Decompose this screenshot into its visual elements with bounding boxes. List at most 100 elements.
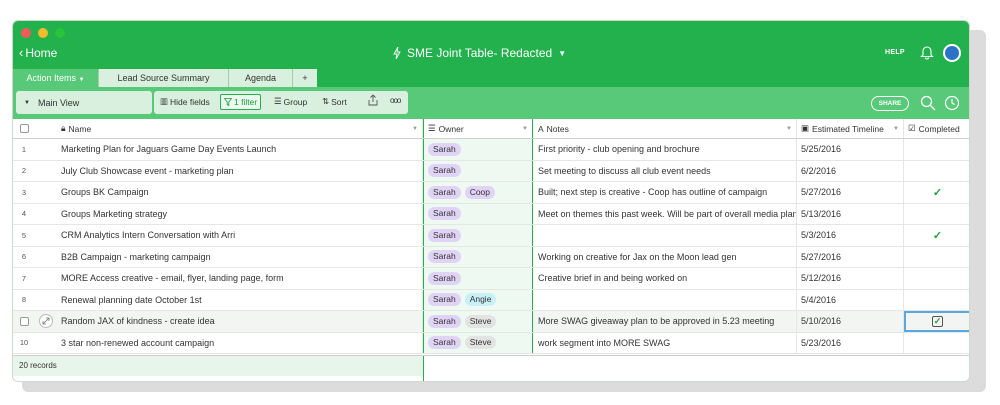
cell-notes[interactable]: Working on creative for Jax on the Moon … [533, 246, 797, 267]
cell-name[interactable]: Renewal planning date October 1st [57, 289, 423, 310]
cell-completed[interactable]: ✓ [904, 182, 969, 203]
close-window-button[interactable] [21, 28, 31, 38]
table-row[interactable]: 5 CRM Analytics Intern Conversation with … [13, 225, 969, 247]
cell-date[interactable]: 5/3/2016 [797, 225, 904, 246]
search-icon[interactable] [920, 95, 936, 111]
table-row[interactable]: 1 Marketing Plan for Jaguars Game Day Eve… [13, 139, 969, 161]
expand-record-button[interactable] [35, 311, 57, 332]
base-title[interactable]: SME Joint Table- Redacted ▼ [393, 46, 566, 60]
column-header-name[interactable]: 🔒︎ Name ▼ [57, 119, 423, 138]
cell-owner[interactable]: Sarah [423, 203, 533, 224]
cell-name[interactable]: Groups Marketing strategy [57, 203, 423, 224]
cell-date[interactable]: 5/13/2016 [797, 203, 904, 224]
cell-owner[interactable]: Sarah Coop [423, 182, 533, 203]
table-row[interactable]: 7 MORE Access creative - email, flyer, la… [13, 268, 969, 290]
cell-name[interactable]: MORE Access creative - email, flyer, lan… [57, 268, 423, 289]
filter-button[interactable]: 1 filter [220, 94, 262, 110]
cell-date[interactable]: 5/10/2016 [797, 311, 904, 332]
bell-icon[interactable] [920, 44, 934, 60]
cell-notes[interactable]: Meet on themes this past week. Will be p… [533, 203, 797, 224]
app-window: ‹ Home SME Joint Table- Redacted ▼ HELP … [12, 20, 970, 382]
cell-notes[interactable]: Creative brief in and being worked on [533, 268, 797, 289]
cell-owner[interactable]: Sarah [423, 139, 533, 160]
cell-notes[interactable] [533, 225, 797, 246]
cell-date[interactable]: 5/23/2016 [797, 332, 904, 353]
lock-icon: 🔒︎ [61, 123, 66, 133]
cell-name[interactable]: Random JAX of kindness - create idea [57, 311, 423, 332]
cell-completed[interactable]: ✓ [904, 311, 969, 332]
cell-completed[interactable]: ✓ [904, 225, 969, 246]
cell-date[interactable]: 5/12/2016 [797, 268, 904, 289]
chevron-down-icon[interactable]: ▼ [522, 126, 528, 132]
add-table-button[interactable]: + [293, 69, 317, 87]
cell-date[interactable]: 5/4/2016 [797, 289, 904, 310]
cell-owner[interactable]: Sarah [423, 246, 533, 267]
tab-agenda[interactable]: Agenda [229, 69, 293, 87]
hide-fields-button[interactable]: ▥ Hide fields [160, 96, 210, 107]
view-switcher[interactable]: ▼ Main View [16, 91, 152, 114]
column-header-date[interactable]: ▣ Estimated Timeline ▼ [797, 119, 904, 138]
table-row[interactable]: 4 Groups Marketing strategy Sarah Meet on t… [13, 203, 969, 225]
cell-owner[interactable]: Sarah Steve [423, 332, 533, 353]
table-row[interactable]: Random JAX of kindness - create idea Sara… [13, 311, 969, 333]
cell-date[interactable]: 5/25/2016 [797, 139, 904, 160]
table-row[interactable]: 10 3 star non-renewed account campaign Sar… [13, 332, 969, 354]
cell-completed[interactable] [904, 247, 969, 268]
owner-chip: Sarah [428, 185, 461, 199]
avatar[interactable] [943, 44, 961, 62]
minimize-window-button[interactable] [38, 28, 48, 38]
cell-notes[interactable]: Built; next step is creative - Coop has … [533, 182, 797, 203]
cell-date[interactable]: 6/2/2016 [797, 160, 904, 181]
table-row[interactable]: 6 B2B Campaign - marketing campaign Sarah W… [13, 246, 969, 268]
share-button[interactable]: SHARE [871, 96, 909, 111]
table-row[interactable]: 8 Renewal planning date October 1st Sarah A… [13, 289, 969, 311]
history-icon[interactable] [944, 95, 960, 111]
cell-notes[interactable] [533, 289, 797, 310]
cell-completed[interactable] [904, 290, 969, 311]
cell-notes[interactable]: work segment into MORE SWAG [533, 332, 797, 353]
row-select-checkbox[interactable] [19, 316, 29, 326]
select-all-cell[interactable] [13, 119, 35, 138]
cell-completed[interactable] [904, 161, 969, 182]
cell-name[interactable]: Marketing Plan for Jaguars Game Day Even… [57, 139, 423, 160]
cell-name[interactable]: 3 star non-renewed account campaign [57, 332, 423, 353]
cell-owner[interactable]: Sarah [423, 160, 533, 181]
export-button[interactable] [368, 94, 378, 106]
cell-date[interactable]: 5/27/2016 [797, 182, 904, 203]
cell-name[interactable]: CRM Analytics Intern Conversation with A… [57, 225, 423, 246]
tab-lead-source-summary[interactable]: Lead Source Summary [99, 69, 229, 87]
maximize-window-button[interactable] [55, 28, 65, 38]
cell-completed[interactable] [904, 204, 969, 225]
chevron-down-icon[interactable]: ▼ [786, 126, 792, 132]
cell-date[interactable]: 5/27/2016 [797, 246, 904, 267]
cell-name[interactable]: B2B Campaign - marketing campaign [57, 246, 423, 267]
cell-completed[interactable] [904, 268, 969, 289]
tab-action-items[interactable]: Action Items ▼ [13, 69, 99, 87]
cell-completed[interactable] [904, 139, 969, 160]
column-header-notes[interactable]: A Notes ▼ [533, 119, 797, 138]
row-number[interactable] [13, 311, 35, 332]
cell-notes[interactable]: First priority - club opening and brochu… [533, 139, 797, 160]
cell-owner[interactable]: Sarah [423, 268, 533, 289]
chevron-down-icon[interactable]: ▼ [893, 126, 899, 132]
column-header-owner[interactable]: ☰ Owner ▼ [423, 119, 533, 138]
group-button[interactable]: ☰ Group [274, 96, 307, 107]
help-link[interactable]: HELP [885, 49, 905, 56]
chevron-down-icon[interactable]: ▼ [412, 126, 418, 132]
cell-notes[interactable]: More SWAG giveaway plan to be approved i… [533, 311, 797, 332]
cell-completed[interactable] [904, 333, 969, 354]
cell-notes[interactable]: Set meeting to discuss all club event ne… [533, 160, 797, 181]
cell-owner[interactable]: Sarah Steve [423, 311, 533, 332]
column-header-completed[interactable]: ☑ Completed [904, 119, 969, 138]
cell-owner[interactable]: Sarah Angie [423, 289, 533, 310]
cell-name[interactable]: Groups BK Campaign [57, 182, 423, 203]
completed-checkbox[interactable]: ✓ [932, 315, 943, 327]
table-row[interactable]: 2 July Club Showcase event - marketing pl… [13, 160, 969, 182]
home-link[interactable]: ‹ Home [19, 45, 57, 60]
cell-name[interactable]: July Club Showcase event - marketing pla… [57, 160, 423, 181]
cell-owner[interactable]: Sarah [423, 225, 533, 246]
sort-button[interactable]: ⇅ Sort [322, 96, 347, 107]
select-all-checkbox[interactable] [19, 124, 29, 133]
more-options-button[interactable]: ooo [390, 96, 401, 105]
table-row[interactable]: 3 Groups BK Campaign Sarah Coop Built; next … [13, 182, 969, 204]
